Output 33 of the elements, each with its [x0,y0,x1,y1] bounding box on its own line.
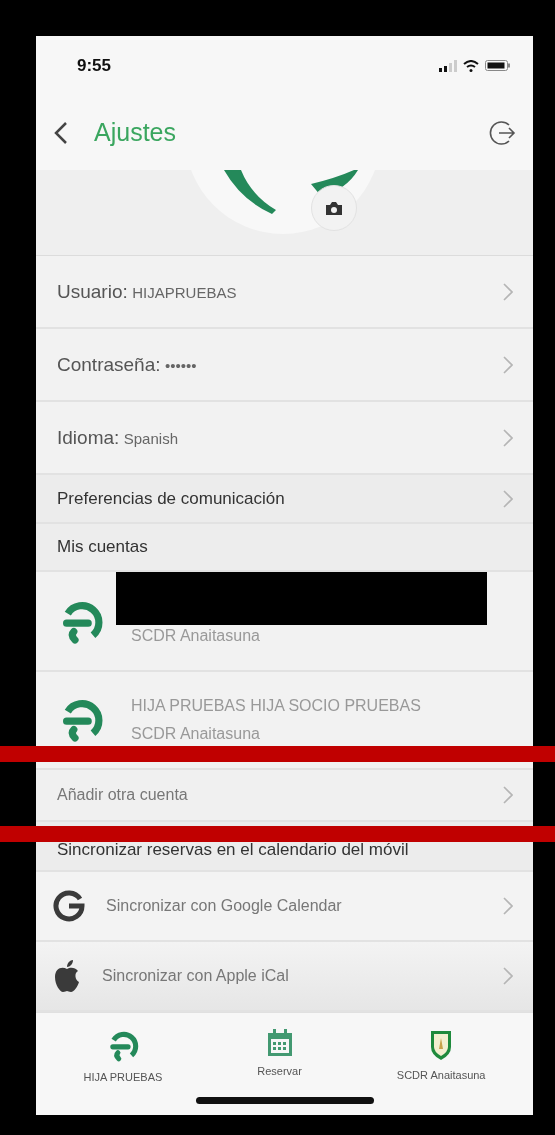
settings-item[interactable]: Contraseña: •••••• [57,353,197,376]
camera-icon [325,200,343,216]
chevron-left-icon [54,120,68,145]
page-title: Ajustes [94,118,177,147]
section-title: Sincronizar reservas en el calendario del móvil [57,840,409,860]
apple-icon [52,959,82,993]
wifi-icon [463,59,479,72]
account-club: SCDR Anaitasuna [131,725,261,743]
add-account-link[interactable]: Añadir otra cuenta [57,786,188,804]
google-g-icon [52,889,86,923]
logout-icon [489,118,517,147]
settings-item[interactable]: Preferencias de comunicación [57,488,285,509]
sync-item[interactable]: Sincronizar con Apple iCal [102,967,289,985]
tab-item[interactable]: HIJA PRUEBAS [79,1027,167,1085]
battery-icon [485,60,511,71]
shield-icon [429,1029,454,1061]
settings-item[interactable]: Idioma: Spanish [57,426,178,449]
chevron-icon [503,897,513,915]
chevron-icon [503,355,513,374]
tab-item[interactable]: SCDR Anaitasuna [392,1027,490,1085]
signal-icon [439,59,457,72]
calendar-icon [266,1029,293,1057]
chevron-icon [503,428,513,447]
status-time: 9:55 [77,55,112,76]
chevron-icon [503,786,513,804]
account-club: SCDR Anaitasuna [131,627,261,645]
chevron-icon [503,489,513,508]
chevron-icon [503,282,513,301]
chevron-icon [503,967,513,985]
section-title: Mis cuentas [57,537,148,557]
settings-item[interactable]: Usuario: HIJAPRUEBAS [57,280,237,303]
tab-item[interactable]: Reservar [253,1027,306,1085]
sync-item[interactable]: Sincronizar con Google Calendar [106,897,342,915]
